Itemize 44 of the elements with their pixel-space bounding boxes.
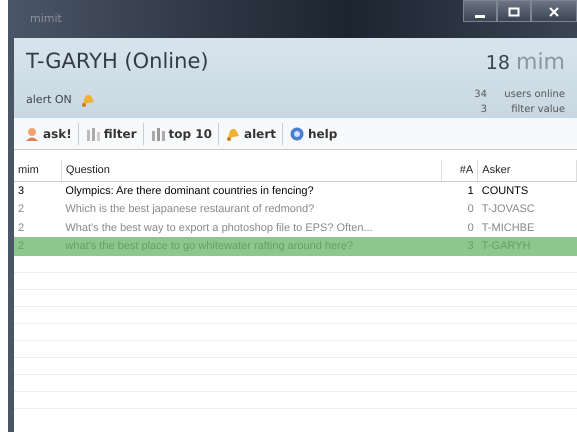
answers-cell-text: 0 xyxy=(466,202,475,217)
answers-cell: 0 xyxy=(441,218,478,237)
bars-icon xyxy=(84,126,101,142)
bell-icon xyxy=(80,92,96,108)
help-button[interactable]: help xyxy=(282,122,344,144)
column-header[interactable]: Asker xyxy=(478,160,576,181)
help-icon xyxy=(288,126,305,142)
alert-status: alert ON xyxy=(26,92,72,108)
asker-cell-text: T-JOVASC xyxy=(480,202,536,217)
question-row[interactable]: 2 What's the best way to export a photoshop file to EPS? Often... 0 T-MICHBE xyxy=(14,218,576,237)
column-header[interactable]: mim xyxy=(14,160,62,181)
top-button[interactable]: top 10 xyxy=(144,122,219,144)
asker-cell: COUNTS xyxy=(478,181,576,200)
logo: mim xyxy=(516,50,565,75)
maximize-button[interactable] xyxy=(497,0,531,22)
user-status: T-GARYH (Online) xyxy=(26,48,209,75)
filter-button[interactable]: filter xyxy=(78,122,144,144)
close-icon xyxy=(548,6,560,17)
question-cell: What's the best way to export a photoshop file to EPS? Often... xyxy=(61,218,442,237)
asker-cell: T-MICHBE xyxy=(478,218,576,237)
minimize-button[interactable] xyxy=(463,0,497,22)
stat-value: 3 xyxy=(480,103,487,117)
mim-cell: 2 xyxy=(14,218,62,237)
stat-label: filter value xyxy=(510,103,565,117)
column-header[interactable]: Question xyxy=(61,160,442,181)
minimize-icon xyxy=(475,15,485,18)
question-cell: Olympics: Are there dominant countries in fencing? xyxy=(61,181,442,200)
question-cell-text: Which is the best japanese restaurant of redmond? xyxy=(64,202,316,217)
alert-button[interactable]: alert xyxy=(218,122,283,144)
answers-cell: 1 xyxy=(441,181,478,200)
bell-icon xyxy=(224,126,241,142)
maximize-icon xyxy=(508,6,520,17)
mim-cell: 3 xyxy=(14,181,62,200)
ask-button[interactable]: ask! xyxy=(18,122,79,144)
question-row[interactable]: 2 Which is the best japanese restaurant of redmond? 0 T-JOVASC xyxy=(14,200,576,218)
column-header[interactable]: #A xyxy=(441,160,478,181)
stat-label: users online xyxy=(503,88,565,102)
question-row[interactable]: 3 Olympics: Are there dominant countries in fencing? 1 COUNTS xyxy=(14,181,576,200)
person-icon xyxy=(24,126,40,142)
close-button[interactable] xyxy=(531,0,577,22)
window-title: mimit xyxy=(30,10,62,27)
stat-value: 34 xyxy=(473,88,487,102)
mim-cell-text: 2 xyxy=(17,202,26,217)
mim-count: 18 xyxy=(486,52,510,74)
